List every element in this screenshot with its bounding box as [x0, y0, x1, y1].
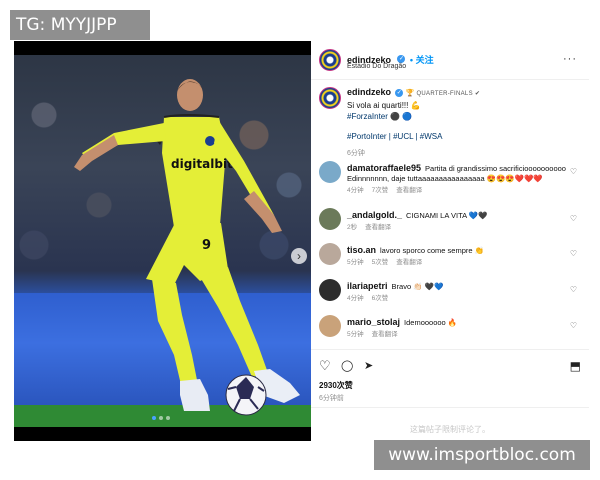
- comments-disabled-notice: 这篇帖子限制评论了。: [410, 425, 490, 434]
- post-actions: ♡ ◯ ➤ ⬒: [319, 359, 581, 375]
- comment-row: mario_stolaj Idemoooooo 🔥 5分钟 查看翻译 ♡: [319, 315, 581, 351]
- comment-age: 4分钟: [347, 187, 364, 194]
- comment-likes[interactable]: 7次赞: [372, 187, 389, 194]
- post-time: 6分钟前: [319, 395, 344, 402]
- share-icon[interactable]: ➤: [364, 359, 373, 373]
- comment-likes[interactable]: 5次赞: [372, 259, 389, 266]
- carousel-dot: [152, 416, 156, 420]
- svg-text:9: 9: [202, 238, 211, 253]
- comment-text: Idemoooooo 🔥: [404, 318, 458, 327]
- comment-age: 2秒: [347, 224, 358, 231]
- watermark-bottom: www.imsportbloc.com: [374, 440, 590, 470]
- comment-text: lavoro sporco come sempre 👏: [380, 246, 484, 255]
- comment-age: 4分钟: [347, 295, 364, 302]
- commenter-avatar[interactable]: [319, 161, 341, 183]
- caption-line-2[interactable]: #ForzaInter ⚫ 🔵: [347, 111, 579, 122]
- instagram-post: digitalbits 9 › edindzeko ✓ • 关注 Estádio…: [14, 41, 589, 441]
- caption-avatar[interactable]: [319, 87, 341, 109]
- comment-translate[interactable]: 查看翻译: [365, 224, 391, 231]
- comment-like-icon[interactable]: ♡: [570, 214, 577, 223]
- commenter-username[interactable]: mario_stolaj: [347, 317, 400, 327]
- caption-badge: QUARTER-FINALS ✔: [416, 91, 481, 97]
- caption-username[interactable]: edindzeko: [347, 87, 391, 97]
- commenter-username[interactable]: ilariapetri: [347, 281, 388, 291]
- comment-like-icon[interactable]: ♡: [570, 321, 577, 330]
- commenter-avatar[interactable]: [319, 315, 341, 337]
- comment-translate[interactable]: 查看翻译: [396, 259, 422, 266]
- post-media[interactable]: digitalbits 9 ›: [14, 41, 311, 441]
- caption-hashtags[interactable]: #PortoInter | #UCL | #WSA: [347, 131, 579, 142]
- verified-icon: ✓: [395, 88, 404, 97]
- carousel-dots: [152, 416, 176, 422]
- comment-age: 5分钟: [347, 259, 364, 266]
- follow-button[interactable]: • 关注: [410, 55, 434, 65]
- comment-icon[interactable]: ◯: [341, 359, 353, 373]
- author-avatar[interactable]: [319, 49, 341, 71]
- commenter-avatar[interactable]: [319, 279, 341, 301]
- commenter-avatar[interactable]: [319, 243, 341, 265]
- comment-age: 5分钟: [347, 331, 364, 338]
- like-icon[interactable]: ♡: [319, 359, 331, 373]
- likes-count[interactable]: 2930次赞: [319, 380, 353, 391]
- actions-divider: [311, 349, 589, 350]
- comment-translate[interactable]: 查看翻译: [396, 187, 422, 194]
- trophy-icon: 🏆: [405, 90, 415, 97]
- comment-row: ilariapetri Bravo 👏🏻 🖤💙 4分钟 6次赞 ♡: [319, 279, 581, 315]
- comment-row: _andalgold._ CIGNAMI LA VITA 💙🖤 2秒 查看翻译 ♡: [319, 208, 581, 244]
- comment-row: tiso.an lavoro sporco come sempre 👏 5分钟 5次赞…: [319, 243, 581, 279]
- watermark-top: TG: MYYJJPP: [10, 10, 150, 40]
- comment-like-icon[interactable]: ♡: [570, 249, 577, 258]
- carousel-dot: [159, 416, 163, 420]
- commenter-username[interactable]: tiso.an: [347, 245, 376, 255]
- comment-text: CIGNAMI LA VITA 💙🖤: [406, 211, 488, 220]
- post-header: edindzeko ✓ • 关注 Estádio Do Dragão ···: [319, 47, 581, 75]
- commenter-avatar[interactable]: [319, 208, 341, 230]
- header-divider: [311, 79, 589, 80]
- commenter-username[interactable]: _andalgold._: [347, 210, 402, 220]
- comment-row: damatoraffaele95 Partita di grandissimo s…: [319, 161, 581, 197]
- carousel-dot: [166, 416, 170, 420]
- post-sidebar: edindzeko ✓ • 关注 Estádio Do Dragão ··· e…: [311, 41, 589, 441]
- footer-divider: [311, 407, 589, 408]
- comment-likes[interactable]: 6次赞: [372, 295, 389, 302]
- comment-like-icon[interactable]: ♡: [570, 167, 577, 176]
- post-photo: digitalbits 9 ›: [14, 55, 311, 427]
- comment-text: Bravo 👏🏻 🖤💙: [391, 282, 444, 291]
- verified-icon: ✓: [397, 54, 406, 63]
- comment-like-icon[interactable]: ♡: [570, 285, 577, 294]
- carousel-next-button[interactable]: ›: [291, 248, 307, 264]
- more-options-icon[interactable]: ···: [563, 53, 577, 65]
- location-link[interactable]: Estádio Do Dragão: [347, 63, 406, 70]
- caption-line-1: Si vola ai quarti!!! 💪: [347, 101, 421, 110]
- comment-translate[interactable]: 查看翻译: [372, 331, 398, 338]
- save-icon[interactable]: ⬒: [570, 359, 581, 373]
- commenter-username[interactable]: damatoraffaele95: [347, 163, 421, 173]
- caption-age: 6分钟: [347, 150, 365, 157]
